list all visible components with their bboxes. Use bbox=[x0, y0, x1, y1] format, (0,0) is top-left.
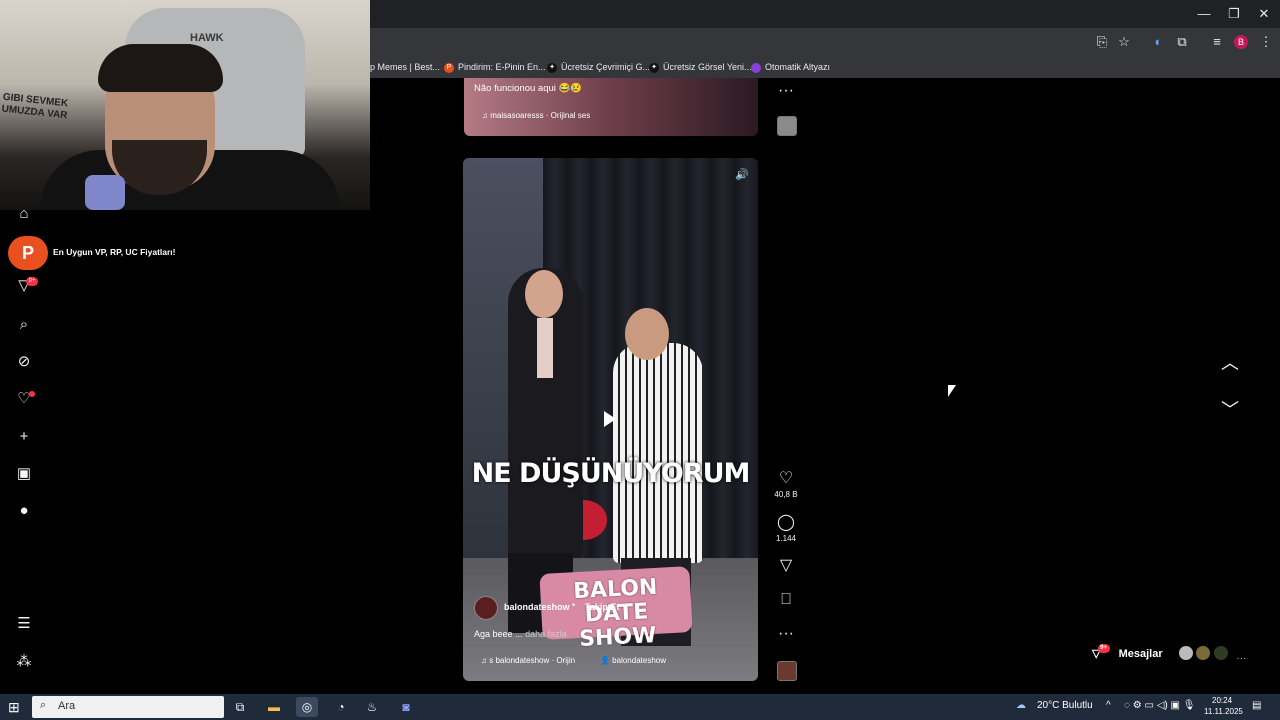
chevron-down-icon[interactable]: ﹀ bbox=[1220, 400, 1240, 420]
share-button[interactable]: ▽ bbox=[772, 557, 800, 575]
search-icon: ⌕ bbox=[40, 699, 47, 711]
person-right-head bbox=[625, 308, 669, 360]
avatar bbox=[1212, 645, 1229, 661]
notification-badge: 9+ bbox=[26, 277, 38, 286]
discord-icon[interactable]: ◙ bbox=[395, 697, 417, 717]
steam-icon[interactable]: ♨ bbox=[361, 697, 383, 717]
prev-post-caption: Não funcionou aqui 😂😢 bbox=[474, 83, 583, 94]
audio-thumbnail[interactable] bbox=[777, 661, 797, 681]
extension-icon[interactable]: ◖ bbox=[1147, 32, 1167, 52]
previous-post[interactable]: Não funcionou aqui 😂😢 ♫ maisasoaresss · … bbox=[464, 78, 758, 136]
clock-date[interactable]: 11.11.2025 bbox=[1204, 707, 1243, 716]
promo-logo: P bbox=[8, 236, 48, 270]
windows-start-icon[interactable]: ⊞ bbox=[8, 699, 20, 716]
prev-more-icon[interactable]: ··· bbox=[772, 82, 800, 100]
install-icon[interactable]: ⎘ bbox=[1092, 32, 1112, 52]
like-count: 40,8 B bbox=[774, 490, 798, 499]
pindirim-icon: P bbox=[444, 62, 454, 73]
file-explorer-icon[interactable]: ▬ bbox=[263, 697, 285, 717]
clock-time[interactable]: 20:24 bbox=[1212, 696, 1232, 705]
reel-audio[interactable]: ♫ s balondateshow · Orijin bbox=[481, 656, 575, 665]
profile-avatar[interactable]: B bbox=[1234, 35, 1248, 49]
search-icon[interactable]: ⌕ bbox=[14, 315, 34, 335]
subtitle-icon bbox=[751, 62, 761, 73]
prev-post-audio[interactable]: ♫ maisasoaresss · Orijinal ses bbox=[482, 111, 590, 120]
reel-text-overlay: NE DÜŞÜNÜYORUM bbox=[471, 458, 751, 489]
notifications-icon[interactable]: ▤ bbox=[1252, 700, 1261, 711]
weather-text[interactable]: 20°C Bulutlu bbox=[1037, 700, 1093, 711]
close-button[interactable]: ✕ bbox=[1248, 4, 1280, 24]
reel-video[interactable]: 🔊 NE DÜŞÜNÜYORUM BALON DATE SHOW balonda… bbox=[463, 158, 758, 681]
separator-dot: • bbox=[572, 600, 576, 610]
avatar bbox=[1178, 645, 1194, 661]
reel-username[interactable]: balondateshow bbox=[504, 602, 570, 612]
messages-badge: 9+ bbox=[1097, 644, 1110, 653]
media-icon[interactable]: ≡ bbox=[1207, 32, 1227, 52]
prev-audio-thumbnail[interactable] bbox=[777, 116, 797, 136]
reel-tagged-user[interactable]: 👤 balondateshow bbox=[600, 656, 666, 665]
tray-icons[interactable]: ◌ ⚙ ▭ ◁) ▣ 🎙 bbox=[1124, 700, 1195, 711]
caption-more-link[interactable]: daha fazla bbox=[525, 629, 567, 639]
person-left-head bbox=[525, 270, 563, 318]
menu-icon[interactable]: ☰ bbox=[14, 614, 34, 634]
save-button[interactable]: ⎕ bbox=[772, 591, 800, 609]
comment-icon: ◯ bbox=[777, 514, 795, 531]
weather-icon[interactable]: ☁ bbox=[1016, 700, 1026, 711]
message-avatars[interactable]: ··· bbox=[1178, 645, 1246, 666]
create-icon[interactable]: + bbox=[14, 427, 34, 447]
bookmark-item[interactable]: ✦ Ücretsiz Görsel Yeni... bbox=[649, 59, 752, 75]
chevron-up-icon[interactable]: ︿ bbox=[1220, 353, 1240, 373]
chrome-icon[interactable]: ◎ bbox=[296, 697, 318, 717]
promo-text: En Uygun VP, RP, UC Fiyatları! bbox=[53, 247, 176, 257]
mouse-cursor bbox=[948, 385, 956, 397]
more-options-button[interactable]: ··· bbox=[772, 625, 800, 643]
send-icon: ▽ bbox=[779, 557, 793, 574]
sparkle-icon: ✦ bbox=[547, 62, 557, 73]
follow-button[interactable]: Takip Et bbox=[585, 602, 619, 612]
activity-dot bbox=[29, 391, 35, 397]
task-view-icon[interactable]: ⧉ bbox=[229, 697, 251, 717]
restore-button[interactable]: ❐ bbox=[1218, 4, 1250, 24]
messages-label: Mesajlar bbox=[1118, 648, 1163, 660]
like-button[interactable]: ♡ 40,8 B bbox=[772, 470, 800, 499]
heart-icon: ♡ bbox=[778, 470, 794, 487]
profile-avatar-icon[interactable]: ● bbox=[14, 501, 34, 521]
webcam-overlay: HAWK GIBI SEVMEK UMUZDA VAR bbox=[0, 0, 370, 210]
person-right bbox=[613, 343, 703, 563]
reel-author-avatar[interactable] bbox=[474, 596, 498, 620]
menu-icon[interactable]: ⋮ bbox=[1256, 32, 1276, 52]
messages-button[interactable]: ▽ 9+ Mesajlar bbox=[1092, 643, 1163, 665]
sparkle-icon: ✦ bbox=[649, 62, 659, 73]
comment-button[interactable]: ◯ 1.144 bbox=[772, 514, 800, 543]
microphone bbox=[85, 175, 125, 210]
bookmark-item[interactable]: ✦ Ücretsiz Çevrimiçi G... bbox=[547, 59, 650, 75]
dashboard-icon[interactable]: ▣ bbox=[14, 464, 34, 484]
wall-poster-text: GIBI SEVMEK UMUZDA VAR bbox=[1, 91, 69, 122]
bookmark-item[interactable]: P Pindirim: E-Pinin En... bbox=[444, 59, 546, 75]
person-left-shirt bbox=[537, 318, 553, 378]
avatar bbox=[1195, 645, 1212, 661]
tray-chevron-icon[interactable]: ^ bbox=[1106, 700, 1111, 711]
chair-logo: HAWK bbox=[190, 32, 224, 44]
streamer-hair bbox=[98, 44, 223, 92]
comment-count: 1.144 bbox=[775, 534, 797, 543]
bookmark-icon: ⎕ bbox=[781, 591, 791, 608]
bookmark-item[interactable]: Otomatik Altyazı bbox=[751, 59, 830, 75]
star-icon[interactable]: ☆ bbox=[1114, 32, 1134, 52]
more-avatars: ··· bbox=[1236, 653, 1247, 664]
more-icon: ··· bbox=[778, 625, 794, 642]
apps-icon[interactable]: ⁂ bbox=[14, 652, 34, 672]
minimize-button[interactable]: — bbox=[1188, 4, 1220, 24]
volume-icon[interactable]: 🔊 bbox=[735, 168, 749, 181]
reel-caption: Aga beee ... daha fazla bbox=[474, 629, 567, 639]
puzzle-icon[interactable]: ⧉ bbox=[1172, 32, 1192, 52]
app-icon[interactable]: ◔ bbox=[330, 697, 352, 717]
explore-icon[interactable]: ⊘ bbox=[14, 352, 34, 372]
bookmark-item[interactable]: p Memes | Best... bbox=[370, 59, 440, 75]
play-icon[interactable] bbox=[604, 411, 616, 427]
taskbar-search-placeholder: Ara bbox=[58, 700, 76, 712]
